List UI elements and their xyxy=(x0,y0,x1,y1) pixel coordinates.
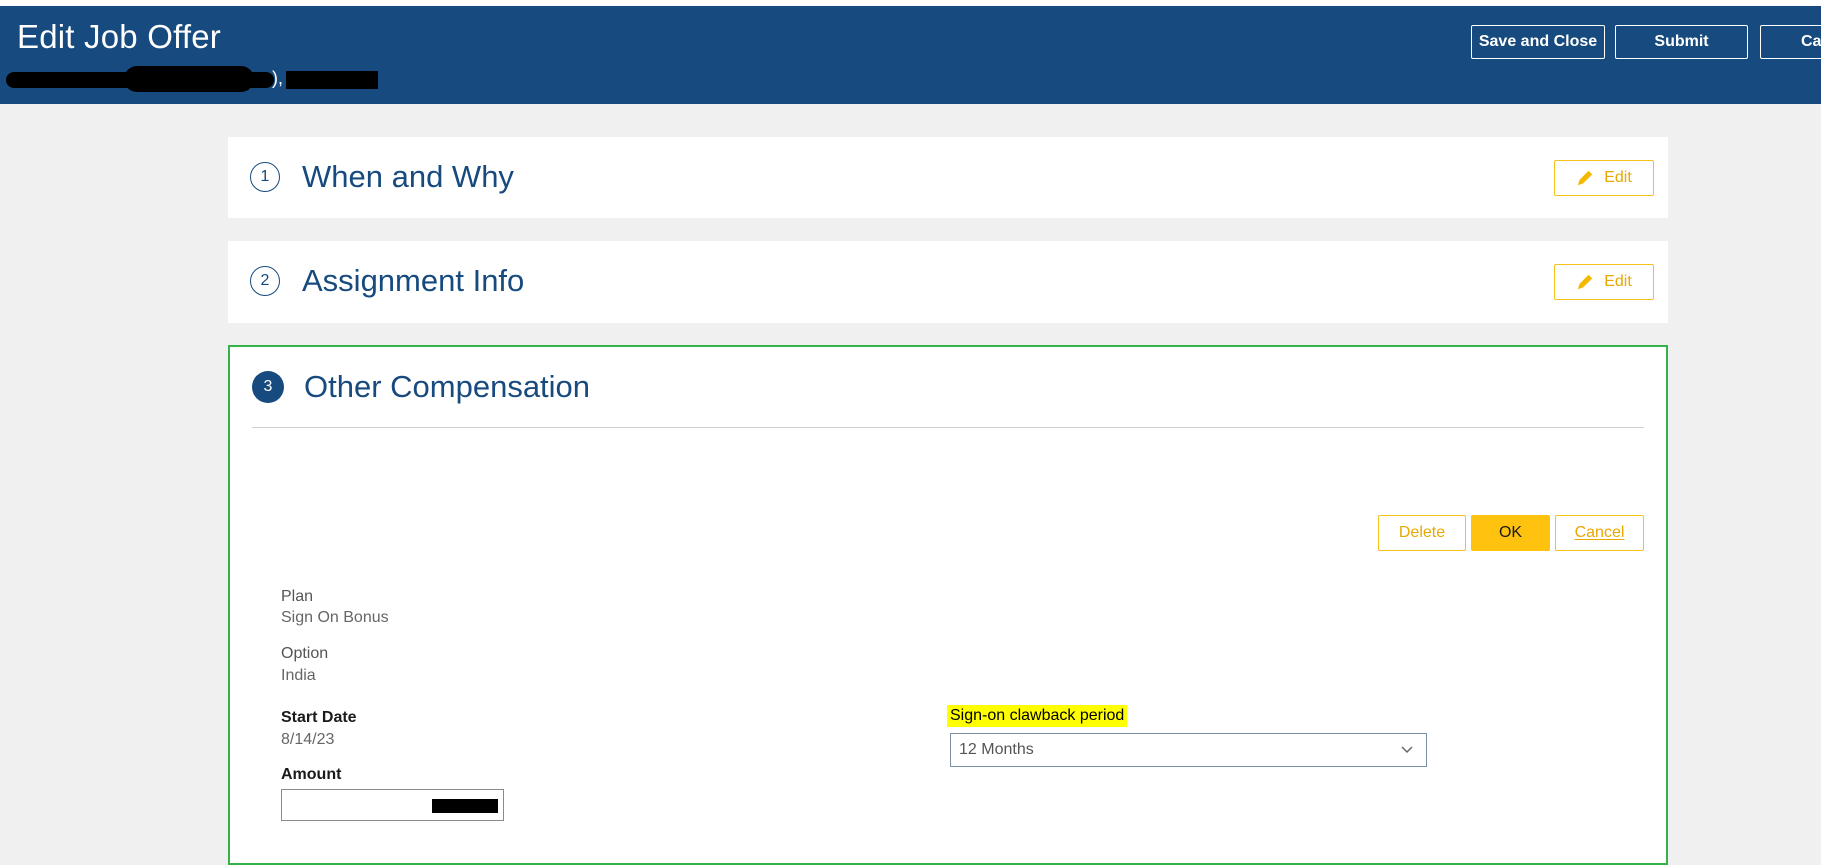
option-value: India xyxy=(281,667,316,684)
delete-button[interactable]: Delete xyxy=(1378,515,1466,551)
cancel-button-label: Ca xyxy=(1801,33,1821,50)
pencil-icon xyxy=(1578,274,1593,290)
chevron-down-icon xyxy=(1401,746,1413,754)
option-label: Option xyxy=(281,645,329,662)
edit-button-assignment-info[interactable]: Edit xyxy=(1554,264,1654,300)
clawback-period-value: 12 Months xyxy=(959,741,1034,758)
cancel-label: Cancel xyxy=(1574,524,1625,541)
section-divider xyxy=(252,427,1644,428)
plan-value: Sign On Bonus xyxy=(281,609,389,626)
ok-button[interactable]: OK xyxy=(1471,515,1550,551)
section-other-compensation: 3 Other Compensation Delete OK Cancel Pl… xyxy=(228,345,1668,865)
pencil-icon xyxy=(1578,170,1593,186)
redacted-id xyxy=(286,71,378,89)
amount-label: Amount xyxy=(281,766,342,783)
edit-label: Edit xyxy=(1604,169,1632,186)
clawback-period-label: Sign-on clawback period xyxy=(947,705,1128,727)
page-header: Edit Job Offer ), Save and Close Submit … xyxy=(0,6,1821,104)
edit-label: Edit xyxy=(1604,273,1632,290)
cancel-button-header[interactable]: Ca xyxy=(1760,25,1821,59)
start-date-value: 8/14/23 xyxy=(281,731,335,748)
page-title: Edit Job Offer xyxy=(17,18,221,55)
save-and-close-button[interactable]: Save and Close xyxy=(1471,25,1605,59)
redacted-amount xyxy=(432,799,498,813)
section-title: Other Compensation xyxy=(304,369,591,404)
redacted-name-tail xyxy=(124,66,254,92)
clawback-period-select[interactable]: 12 Months xyxy=(950,733,1427,767)
name-separator: ), xyxy=(272,68,283,88)
plan-label: Plan xyxy=(281,588,314,605)
amount-input[interactable] xyxy=(281,789,504,821)
step-number-2: 2 xyxy=(250,266,280,296)
section-title: When and Why xyxy=(302,159,514,194)
section-assignment-info: 2 Assignment Info Edit xyxy=(228,241,1668,323)
candidate-name: ), xyxy=(4,64,384,92)
cancel-button[interactable]: Cancel xyxy=(1555,515,1644,551)
section-title: Assignment Info xyxy=(302,263,525,298)
section-when-and-why: 1 When and Why Edit xyxy=(228,137,1668,218)
submit-button[interactable]: Submit xyxy=(1615,25,1748,59)
start-date-label: Start Date xyxy=(281,709,357,726)
step-number-3: 3 xyxy=(252,371,284,403)
step-number-1: 1 xyxy=(250,162,280,192)
edit-button-when-and-why[interactable]: Edit xyxy=(1554,160,1654,196)
